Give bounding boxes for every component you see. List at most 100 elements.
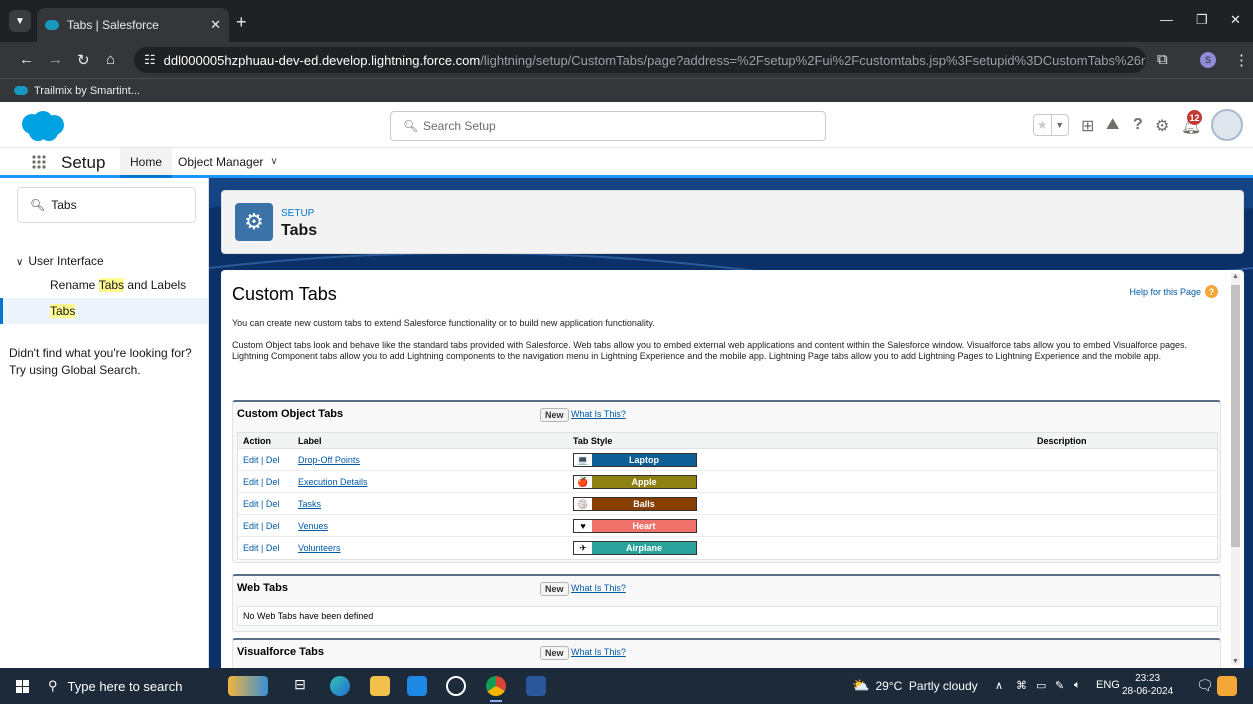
column-header-action: Action [243, 435, 271, 446]
tab-object-manager[interactable]: Object Manager ∨ [168, 148, 288, 175]
content-scrollbar[interactable]: ▲ ▼ [1231, 273, 1240, 665]
copilot-icon[interactable] [1217, 676, 1237, 696]
close-window-icon[interactable]: ✕ [1230, 12, 1241, 28]
browser-tab-active[interactable]: Tabs | Salesforce ✕ [37, 8, 229, 42]
edit-link[interactable]: Edit [243, 543, 259, 553]
browser-tab-title: Tabs | Salesforce [67, 18, 159, 32]
file-explorer-icon[interactable] [370, 676, 390, 696]
language-indicator[interactable]: ENG [1096, 679, 1120, 691]
notification-center-icon[interactable]: 🗨︎ [1196, 677, 1214, 694]
reload-icon[interactable]: ↻ [77, 51, 90, 69]
main-content-area: ⚙ SETUP Tabs Custom Tabs Help for this P… [209, 178, 1253, 668]
description-text: Custom Object tabs look and behave like … [232, 340, 1188, 361]
tab-label-link[interactable]: Tasks [298, 493, 321, 514]
scroll-up-icon[interactable]: ▲ [1232, 273, 1239, 280]
site-info-icon[interactable]: ☷ [144, 52, 156, 68]
bookmark-trailmix[interactable]: Trailmix by Smartint... [34, 85, 140, 97]
bookmarks-bar: Trailmix by Smartint... [0, 78, 1253, 102]
close-tab-icon[interactable]: ✕ [210, 17, 221, 33]
tab-label-link[interactable]: Drop-Off Points [298, 449, 360, 470]
windows-start-icon[interactable] [16, 680, 29, 693]
setup-gear-icon[interactable]: ⚙ [1155, 116, 1169, 136]
new-web-tab-button[interactable]: New [540, 582, 569, 596]
help-for-this-page-link[interactable]: Help for this Page ? [1129, 285, 1218, 298]
address-bar[interactable]: ☷ ddl000005hzphuau-dev-ed.develop.lightn… [134, 47, 1146, 73]
favorites-menu[interactable]: ★ ▼ [1033, 114, 1069, 136]
restore-icon[interactable]: ❐ [1196, 12, 1208, 28]
dell-icon[interactable] [446, 676, 466, 696]
browser-menu-icon[interactable]: ⋮ [1234, 51, 1249, 69]
chevron-up-icon[interactable]: ∧ [995, 679, 1003, 692]
notification-count-badge: 12 [1187, 110, 1202, 125]
what-is-this-link[interactable]: What Is This? [571, 647, 626, 657]
del-link[interactable]: Del [266, 477, 280, 487]
tab-search-button[interactable]: ▼ [9, 10, 31, 32]
page-title: Tabs [281, 222, 318, 239]
new-tab-button[interactable]: + [236, 12, 247, 33]
back-arrow-icon[interactable]: ← [19, 51, 34, 68]
widgets-icon[interactable] [228, 676, 268, 696]
favorites-dropdown-icon[interactable]: ▼ [1050, 115, 1069, 135]
task-view-icon[interactable]: ⊟ [290, 676, 310, 696]
taskbar-search-input[interactable]: ⚲ Type here to search [48, 673, 182, 699]
help-question-icon[interactable]: ? [1133, 116, 1143, 134]
tab-home[interactable]: Home [120, 148, 173, 178]
volume-icon[interactable]: 🔈︎ [1074, 679, 1081, 692]
word-icon[interactable] [526, 676, 546, 696]
edge-browser-icon[interactable] [330, 676, 350, 696]
tab-label-link[interactable]: Execution Details [298, 471, 368, 492]
windows-taskbar: ⚲ Type here to search ⊟ ⛅ 29°C Partly cl… [0, 668, 1253, 704]
scrollbar-thumb[interactable] [1231, 285, 1240, 547]
mail-icon[interactable] [407, 676, 427, 696]
what-is-this-link[interactable]: What Is This? [571, 409, 626, 419]
setup-sidebar: 🔍︎ Tabs ∨ User Interface Rename Tabs and … [0, 178, 209, 668]
tab-style-name: Balls [633, 499, 655, 509]
salesforce-logo-icon[interactable] [18, 110, 66, 142]
sidebar-item-tabs[interactable]: Tabs [0, 298, 208, 324]
taskbar-clock[interactable]: 23:23 28-06-2024 [1122, 672, 1173, 698]
edit-link[interactable]: Edit [243, 455, 259, 465]
profile-avatar[interactable]: S [1200, 52, 1216, 68]
table-row: Edit | Del Tasks 🏐 Balls [238, 493, 1217, 515]
tab-label-link[interactable]: Venues [298, 515, 328, 536]
tree-node-user-interface[interactable]: ∨ User Interface [16, 254, 104, 268]
network-icon[interactable]: ⌘ [1016, 679, 1027, 692]
home-icon[interactable]: ⌂ [106, 51, 115, 68]
battery-icon[interactable]: ▭ [1036, 679, 1046, 692]
chrome-icon[interactable] [486, 676, 506, 702]
edit-link[interactable]: Edit [243, 521, 259, 531]
row-actions: Edit | Del [243, 471, 279, 492]
minimize-icon[interactable]: — [1160, 12, 1173, 27]
chevron-down-icon: ∨ [16, 257, 24, 268]
chevron-down-icon[interactable]: ∨ [270, 156, 277, 167]
app-launcher-waffle-icon[interactable] [31, 154, 47, 170]
extensions-icon[interactable]: ⧉ [1157, 51, 1168, 68]
what-is-this-link[interactable]: What Is This? [571, 583, 626, 593]
favorites-star-icon[interactable]: ★ [1034, 115, 1051, 135]
trailhead-icon[interactable]: ⛰ [1106, 116, 1119, 134]
forward-arrow-icon[interactable]: → [48, 51, 63, 68]
tab-style-icon: 🏐 [574, 498, 592, 510]
global-actions-plus-icon[interactable]: ⊞ [1081, 116, 1094, 136]
breadcrumb: SETUP [281, 208, 315, 219]
user-avatar[interactable] [1211, 109, 1243, 141]
new-visualforce-tab-button[interactable]: New [540, 646, 569, 660]
del-link[interactable]: Del [266, 455, 280, 465]
table-row: Edit | Del Volunteers ✈ Airplane [238, 537, 1217, 559]
custom-object-tabs-section: Custom Object Tabs New What Is This? Act… [232, 400, 1221, 563]
del-link[interactable]: Del [266, 499, 280, 509]
sidebar-item-rename-tabs[interactable]: Rename Tabs and Labels [0, 272, 208, 298]
edit-link[interactable]: Edit [243, 477, 259, 487]
quick-find-input[interactable]: 🔍︎ Tabs [17, 187, 196, 223]
tab-label-link[interactable]: Volunteers [298, 537, 341, 559]
scroll-down-icon[interactable]: ▼ [1232, 658, 1239, 665]
del-link[interactable]: Del [266, 521, 280, 531]
del-link[interactable]: Del [266, 543, 280, 553]
new-custom-object-tab-button[interactable]: New [540, 408, 569, 422]
pen-icon[interactable]: ✎ [1055, 679, 1064, 692]
tab-style-icon: ♥ [574, 520, 592, 532]
edit-link[interactable]: Edit [243, 499, 259, 509]
weather-widget[interactable]: ⛅ 29°C Partly cloudy [852, 677, 978, 694]
row-actions: Edit | Del [243, 537, 279, 559]
setup-search-input[interactable]: 🔍︎ Search Setup [390, 111, 826, 141]
